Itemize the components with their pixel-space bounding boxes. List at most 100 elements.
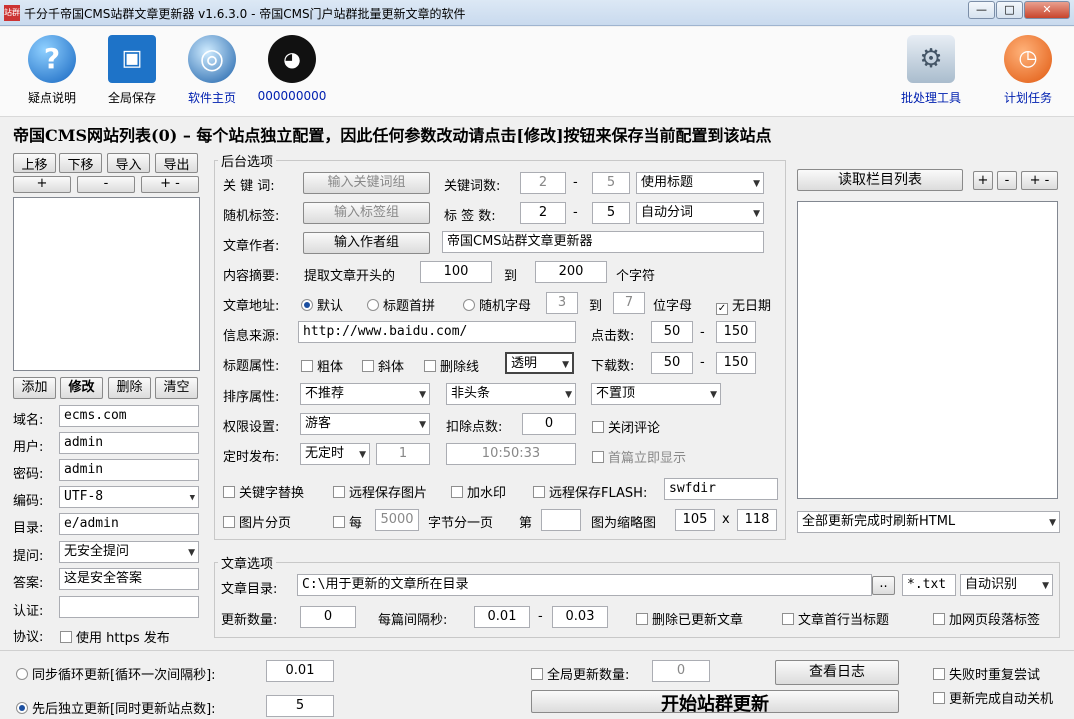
column-minus-button[interactable]: -	[997, 171, 1017, 190]
radio[interactable]	[16, 668, 28, 680]
paragraph-tag-checkbox[interactable]: 加网页段落标签	[933, 609, 1040, 628]
close-comment-checkbox[interactable]: 关闭评论	[592, 417, 660, 436]
headline-select[interactable]: 非头条	[446, 383, 576, 405]
keyword-mode-select[interactable]: 使用标题	[636, 172, 764, 194]
retry-fail-checkbox[interactable]: 失败时重复尝试	[933, 664, 1040, 683]
remote-flash-check-box[interactable]	[533, 486, 545, 498]
radio[interactable]	[463, 299, 475, 311]
batch-tool-button[interactable]: ⚙ 批处理工具	[891, 27, 971, 106]
move-down-button[interactable]: 下移	[59, 153, 102, 173]
move-up-button[interactable]: 上移	[13, 153, 56, 173]
paragraph-tag-check-box[interactable]	[933, 613, 945, 625]
column-plus-button[interactable]: +	[973, 171, 993, 190]
admin-dir-input[interactable]: e/admin	[59, 513, 199, 535]
watermark-checkbox[interactable]: 加水印	[451, 482, 506, 501]
global-count-check-box[interactable]	[531, 668, 543, 680]
list-minus-button[interactable]: -	[77, 176, 135, 193]
refresh-html-select[interactable]: 全部更新完成时刷新HTML	[797, 511, 1060, 533]
tag-mode-select[interactable]: 自动分词	[636, 202, 764, 224]
permission-select[interactable]: 游客	[300, 413, 430, 435]
modify-site-button[interactable]: 修改	[60, 377, 103, 399]
retry-fail-check-box[interactable]	[933, 668, 945, 680]
article-dir-input[interactable]: C:\用于更新的文章所在目录	[297, 574, 872, 596]
start-update-button[interactable]: 开始站群更新	[531, 690, 899, 715]
strike-check-box[interactable]	[424, 360, 436, 372]
timer-select[interactable]: 无定时	[300, 443, 370, 465]
export-button[interactable]: 导出	[155, 153, 198, 173]
downloads-max-input[interactable]: 150	[716, 352, 756, 374]
keyword-min-input[interactable]: 2	[520, 172, 566, 194]
italic-check-box[interactable]	[362, 360, 374, 372]
faq-button[interactable]: ? 疑点说明	[12, 27, 92, 106]
password-input[interactable]: admin	[59, 459, 199, 481]
first-line-title-checkbox[interactable]: 文章首行当标题	[782, 609, 889, 628]
column-list[interactable]	[797, 201, 1058, 499]
bold-check-box[interactable]	[301, 360, 313, 372]
title-color-select[interactable]: 透明	[505, 352, 574, 374]
bold-checkbox[interactable]: 粗体	[301, 356, 343, 375]
update-count-input[interactable]: 0	[300, 606, 356, 628]
first-show-check-box[interactable]	[592, 451, 604, 463]
thumb-width-input[interactable]: 105	[675, 509, 715, 531]
schedule-button[interactable]: ◷ 计划任务	[988, 27, 1068, 106]
first-line-title-check-box[interactable]	[782, 613, 794, 625]
every-check-box[interactable]	[333, 516, 345, 528]
summary-min-input[interactable]: 100	[420, 261, 492, 283]
qq-link[interactable]: ◕ 000000000	[252, 27, 332, 103]
site-list[interactable]	[13, 197, 200, 371]
tag-min-input[interactable]: 2	[520, 202, 566, 224]
summary-max-input[interactable]: 200	[535, 261, 607, 283]
italic-checkbox[interactable]: 斜体	[362, 356, 404, 375]
top-select[interactable]: 不置顶	[591, 383, 721, 405]
watermark-check-box[interactable]	[451, 486, 463, 498]
view-log-button[interactable]: 查看日志	[775, 660, 899, 685]
paging-check-box[interactable]	[223, 516, 235, 528]
tag-max-input[interactable]: 5	[592, 202, 630, 224]
delete-updated-check-box[interactable]	[636, 613, 648, 625]
https-check-box[interactable]	[60, 631, 72, 643]
flash-dir-input[interactable]: swfdir	[664, 478, 778, 500]
strike-checkbox[interactable]: 删除线	[424, 356, 479, 375]
global-count-checkbox[interactable]: 全局更新数量:	[531, 664, 629, 683]
first-show-checkbox[interactable]: 首篇立即显示	[592, 447, 686, 466]
minimize-button[interactable]: —	[968, 1, 995, 19]
interval-min-input[interactable]: 0.01	[474, 606, 530, 628]
deduct-input[interactable]: 0	[522, 413, 576, 435]
add-site-button[interactable]: 添加	[13, 377, 56, 399]
list-plus-button[interactable]: +	[13, 176, 71, 193]
radio[interactable]	[367, 299, 379, 311]
close-button[interactable]: ✕	[1024, 1, 1070, 19]
source-input[interactable]: http://www.baidu.com/	[298, 321, 576, 343]
sync-interval-input[interactable]: 0.01	[266, 660, 334, 682]
seq-count-input[interactable]: 5	[266, 695, 334, 717]
clicks-min-input[interactable]: 50	[651, 321, 693, 343]
read-columns-button[interactable]: 读取栏目列表	[797, 169, 963, 191]
browse-button[interactable]: ..	[872, 576, 895, 595]
list-plus-minus-button[interactable]: + -	[141, 176, 199, 193]
url-pinyin-radio[interactable]: 标题首拼	[367, 295, 435, 314]
keyword-group-button[interactable]: 输入关键词组	[303, 172, 430, 194]
recommend-select[interactable]: 不推荐	[300, 383, 430, 405]
remote-img-checkbox[interactable]: 远程保存图片	[333, 482, 427, 501]
thumb-height-input[interactable]: 118	[737, 509, 777, 531]
radio-selected[interactable]	[301, 299, 313, 311]
keyword-max-input[interactable]: 5	[592, 172, 630, 194]
downloads-min-input[interactable]: 50	[651, 352, 693, 374]
tag-group-button[interactable]: 输入标签组	[303, 202, 430, 224]
shutdown-checkbox[interactable]: 更新完成自动关机	[933, 688, 1053, 707]
every-bytes-input[interactable]: 5000	[375, 509, 419, 531]
timer-count-input[interactable]: 1	[376, 443, 430, 465]
domain-input[interactable]: ecms.com	[59, 405, 199, 427]
remote-flash-checkbox[interactable]: 远程保存FLASH:	[533, 482, 647, 501]
maximize-button[interactable]: □	[996, 1, 1023, 19]
clear-sites-button[interactable]: 清空	[155, 377, 198, 399]
user-input[interactable]: admin	[59, 432, 199, 454]
column-plus-minus-button[interactable]: + -	[1021, 171, 1058, 190]
save-all-button[interactable]: ▣ 全局保存	[92, 27, 172, 106]
homepage-link[interactable]: ◎ 软件主页	[172, 27, 252, 106]
encoding-select[interactable]: UTF-8	[59, 486, 199, 508]
radio-selected[interactable]	[16, 702, 28, 714]
ext-input[interactable]: *.txt	[902, 574, 956, 596]
nodate-checkbox[interactable]: ✓ 无日期	[716, 295, 771, 315]
clicks-max-input[interactable]: 150	[716, 321, 756, 343]
